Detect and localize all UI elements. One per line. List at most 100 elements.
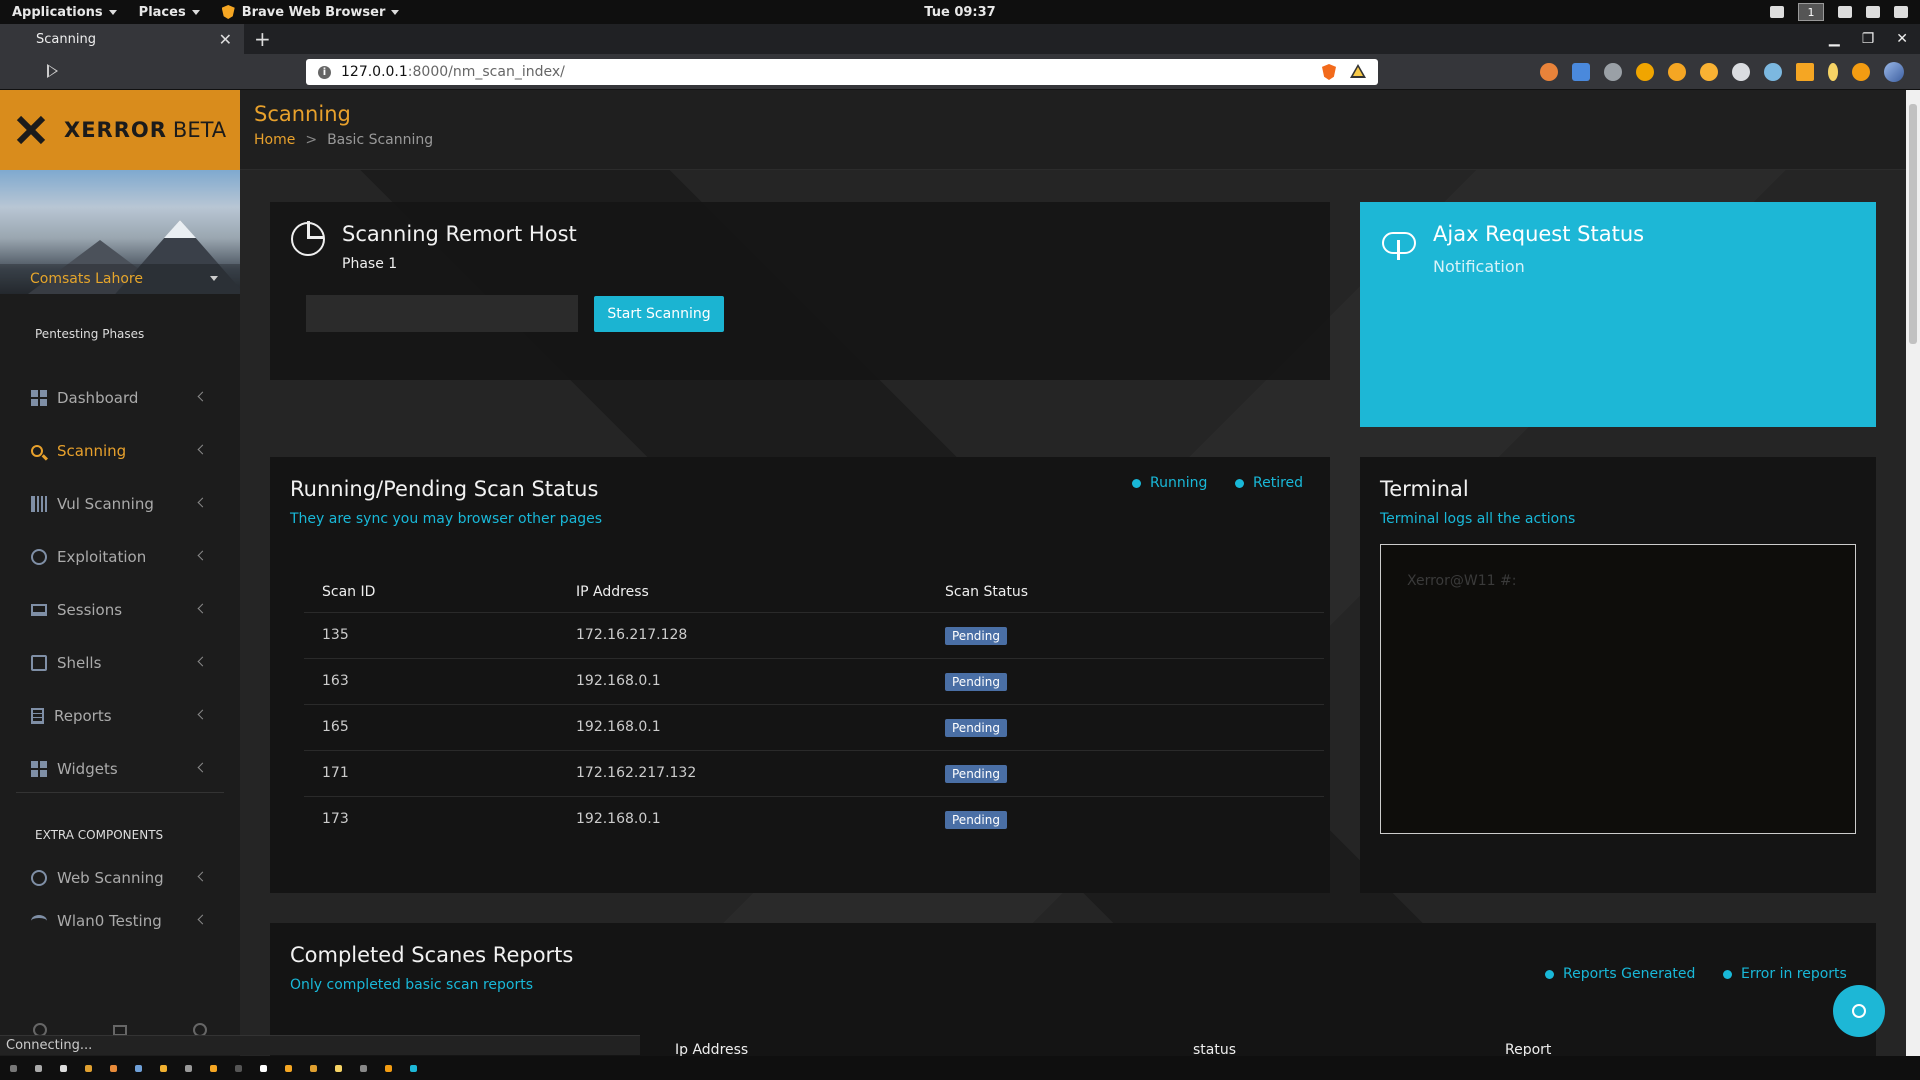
table-row[interactable]: 135 172.16.217.128 Pending [304,612,1324,658]
taskbar-app-icon[interactable] [260,1064,267,1072]
translate-icon[interactable] [1572,63,1590,81]
sidebar-item-web-scanning[interactable]: Web Scanning [0,858,240,898]
start-scanning-button[interactable]: Start Scanning [594,296,724,332]
settings-fab[interactable] [1833,985,1885,1037]
minimize-icon[interactable]: ▁ [1829,31,1840,47]
table-row[interactable]: 171 172.162.217.132 Pending [304,750,1324,796]
table-row[interactable]: 165 192.168.0.1 Pending [304,704,1324,750]
taskbar-app-icon[interactable] [135,1064,142,1072]
extension-icon[interactable] [1828,63,1838,81]
taskbar-app-icon[interactable] [235,1064,242,1072]
extension-icon[interactable] [1668,63,1686,81]
status-badge: Pending [945,765,1007,783]
browser-tab[interactable]: Scanning ✕ [0,24,244,54]
taskbar-app-icon[interactable] [310,1064,317,1072]
window-controls: ▁ ❐ ✕ [1829,24,1908,54]
table-row[interactable]: 173 192.168.0.1 Pending [304,796,1324,842]
brand-name: XERROR [64,118,167,142]
taskbar-app-icon[interactable] [35,1064,42,1072]
taskbar-app-icon[interactable] [185,1064,192,1072]
close-icon[interactable]: ✕ [219,30,232,49]
pie-chart-icon [291,221,325,256]
taskbar-app-icon[interactable] [60,1064,67,1072]
legend-dot [1132,478,1141,488]
sidebar-item-exploitation[interactable]: Exploitation [0,537,240,577]
scan-id: 173 [322,811,349,827]
volume-icon[interactable] [1866,6,1880,18]
dropbox-icon[interactable] [1770,6,1784,18]
chevron-left-icon [197,709,208,720]
file-icon [31,708,44,724]
taskbar-app-icon[interactable] [385,1064,392,1072]
ip-address: 192.168.0.1 [576,673,661,689]
chevron-left-icon [197,550,208,561]
scrollbar-thumb[interactable] [1909,104,1917,344]
clock[interactable]: Tue 09:37 [924,5,995,20]
workspace-indicator[interactable]: 1 [1798,3,1824,21]
extension-icon[interactable] [1764,63,1782,81]
profile-dropdown[interactable]: Comsats Lahore [0,264,240,294]
extension-icon[interactable] [1700,63,1718,81]
sidebar-item-vul-scanning[interactable]: Vul Scanning [0,484,240,524]
taskbar-app-icon[interactable] [335,1064,342,1072]
chevron-left-icon [197,391,208,402]
sidebar-item-scanning[interactable]: Scanning [0,431,240,471]
warning-icon[interactable] [1350,64,1366,78]
sidebar-item-label: Widgets [57,760,118,778]
taskbar-app-icon[interactable] [110,1064,117,1072]
taskbar-app-icon[interactable] [410,1064,417,1072]
info-icon[interactable]: i [318,65,331,79]
taskbar-app-icon[interactable] [360,1064,367,1072]
web-page: XERROR BETA Comsats Lahore Pentesting Ph… [0,90,1920,1080]
close-window-icon[interactable]: ✕ [1896,31,1908,47]
maximize-icon[interactable]: ❐ [1862,31,1875,47]
brave-shield-icon[interactable] [1322,64,1336,80]
card-title: Terminal [1380,477,1469,501]
legend-error-in-reports: Error in reports [1723,966,1847,982]
sidebar-item-dashboard[interactable]: Dashboard [0,378,240,418]
extension-icon[interactable] [1852,63,1870,81]
extension-icon[interactable] [1540,63,1558,81]
ip-address: 192.168.0.1 [576,811,661,827]
legend-reports-generated: Reports Generated [1545,966,1695,982]
sidebar-item-reports[interactable]: Reports [0,696,240,736]
play-icon[interactable] [47,64,58,78]
extension-icon[interactable] [1796,63,1814,81]
wifi-icon[interactable] [1838,6,1852,18]
extension-icon[interactable] [1604,63,1622,81]
host-input[interactable] [306,295,578,332]
scan-id: 135 [322,627,349,643]
terminal-output[interactable]: Xerror@W11 #: [1380,544,1856,834]
taskbar-app-icon[interactable] [10,1064,17,1072]
new-tab-button[interactable]: + [254,27,271,51]
taskbar-app-icon[interactable] [85,1064,92,1072]
extension-icon[interactable] [1732,63,1750,81]
brand-logo[interactable]: XERROR BETA [0,90,240,170]
sidebar-item-label: Scanning [57,442,127,460]
status-badge: Pending [945,627,1007,645]
sidebar-item-label: Web Scanning [57,869,164,887]
power-icon[interactable] [1894,6,1908,18]
biohazard-icon [31,549,47,565]
browser-status-text: Connecting... [0,1035,640,1055]
applications-menu[interactable]: Applications [0,0,127,24]
sidebar-item-shells[interactable]: Shells [0,643,240,683]
taskbar-app-icon[interactable] [285,1064,292,1072]
legend-dot [1723,969,1732,979]
sidebar-item-wlan0-testing[interactable]: Wlan0 Testing [0,901,240,941]
sidebar-item-widgets[interactable]: Widgets [0,749,240,789]
profile-avatar[interactable] [1884,62,1904,82]
page-scrollbar[interactable] [1906,90,1920,1056]
extension-icon[interactable] [1636,63,1654,81]
places-menu[interactable]: Places [127,0,210,24]
mail-icon[interactable] [113,1024,127,1036]
taskbar-app-icon[interactable] [160,1064,167,1072]
scan-host-card: Scanning Remort Host Phase 1 Start Scann… [270,202,1330,380]
breadcrumb-home[interactable]: Home [254,132,295,148]
sidebar-item-sessions[interactable]: Sessions [0,590,240,630]
address-bar[interactable]: i 127.0.0.1:8000/nm_scan_index/ [306,59,1378,85]
table-row[interactable]: 163 192.168.0.1 Pending [304,658,1324,704]
chevron-left-icon [197,871,208,882]
browser-app-menu[interactable]: Brave Web Browser [210,0,410,24]
taskbar-app-icon[interactable] [210,1064,217,1072]
